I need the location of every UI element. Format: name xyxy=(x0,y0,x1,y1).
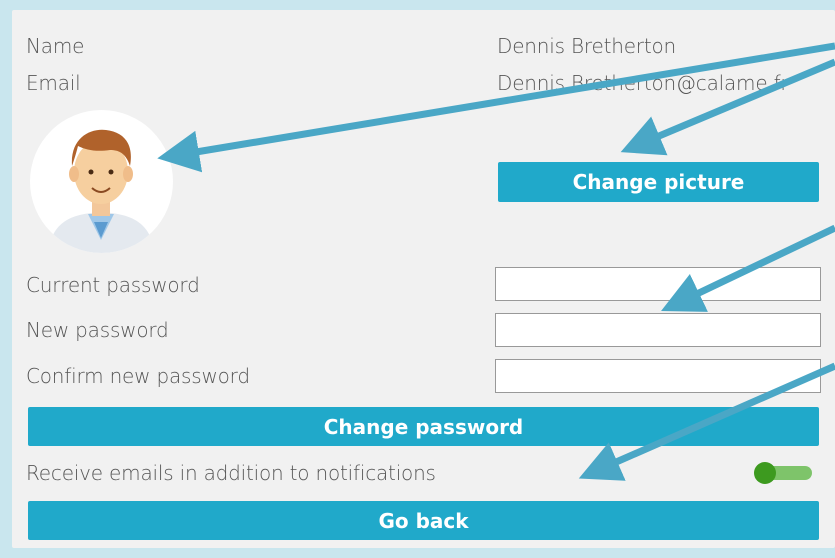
email-label: Email xyxy=(26,71,81,95)
name-label: Name xyxy=(26,34,85,58)
go-back-button[interactable]: Go back xyxy=(28,501,819,540)
name-value: Dennis Bretherton xyxy=(497,34,676,58)
new-password-label: New password xyxy=(26,318,169,342)
change-password-button[interactable]: Change password xyxy=(28,407,819,446)
avatar-illustration xyxy=(48,129,155,253)
email-value: Dennis.Bretherton@calame.fr xyxy=(497,71,789,95)
email-notifications-label: Receive emails in addition to notificati… xyxy=(26,461,436,485)
change-picture-button[interactable]: Change picture xyxy=(498,162,819,202)
avatar xyxy=(30,110,173,253)
new-password-input[interactable] xyxy=(495,313,821,347)
current-password-label: Current password xyxy=(26,273,200,297)
confirm-password-input[interactable] xyxy=(495,359,821,393)
confirm-password-label: Confirm new password xyxy=(26,364,250,388)
email-notifications-toggle[interactable] xyxy=(754,462,812,484)
toggle-knob xyxy=(754,462,776,484)
current-password-input[interactable] xyxy=(495,267,821,301)
